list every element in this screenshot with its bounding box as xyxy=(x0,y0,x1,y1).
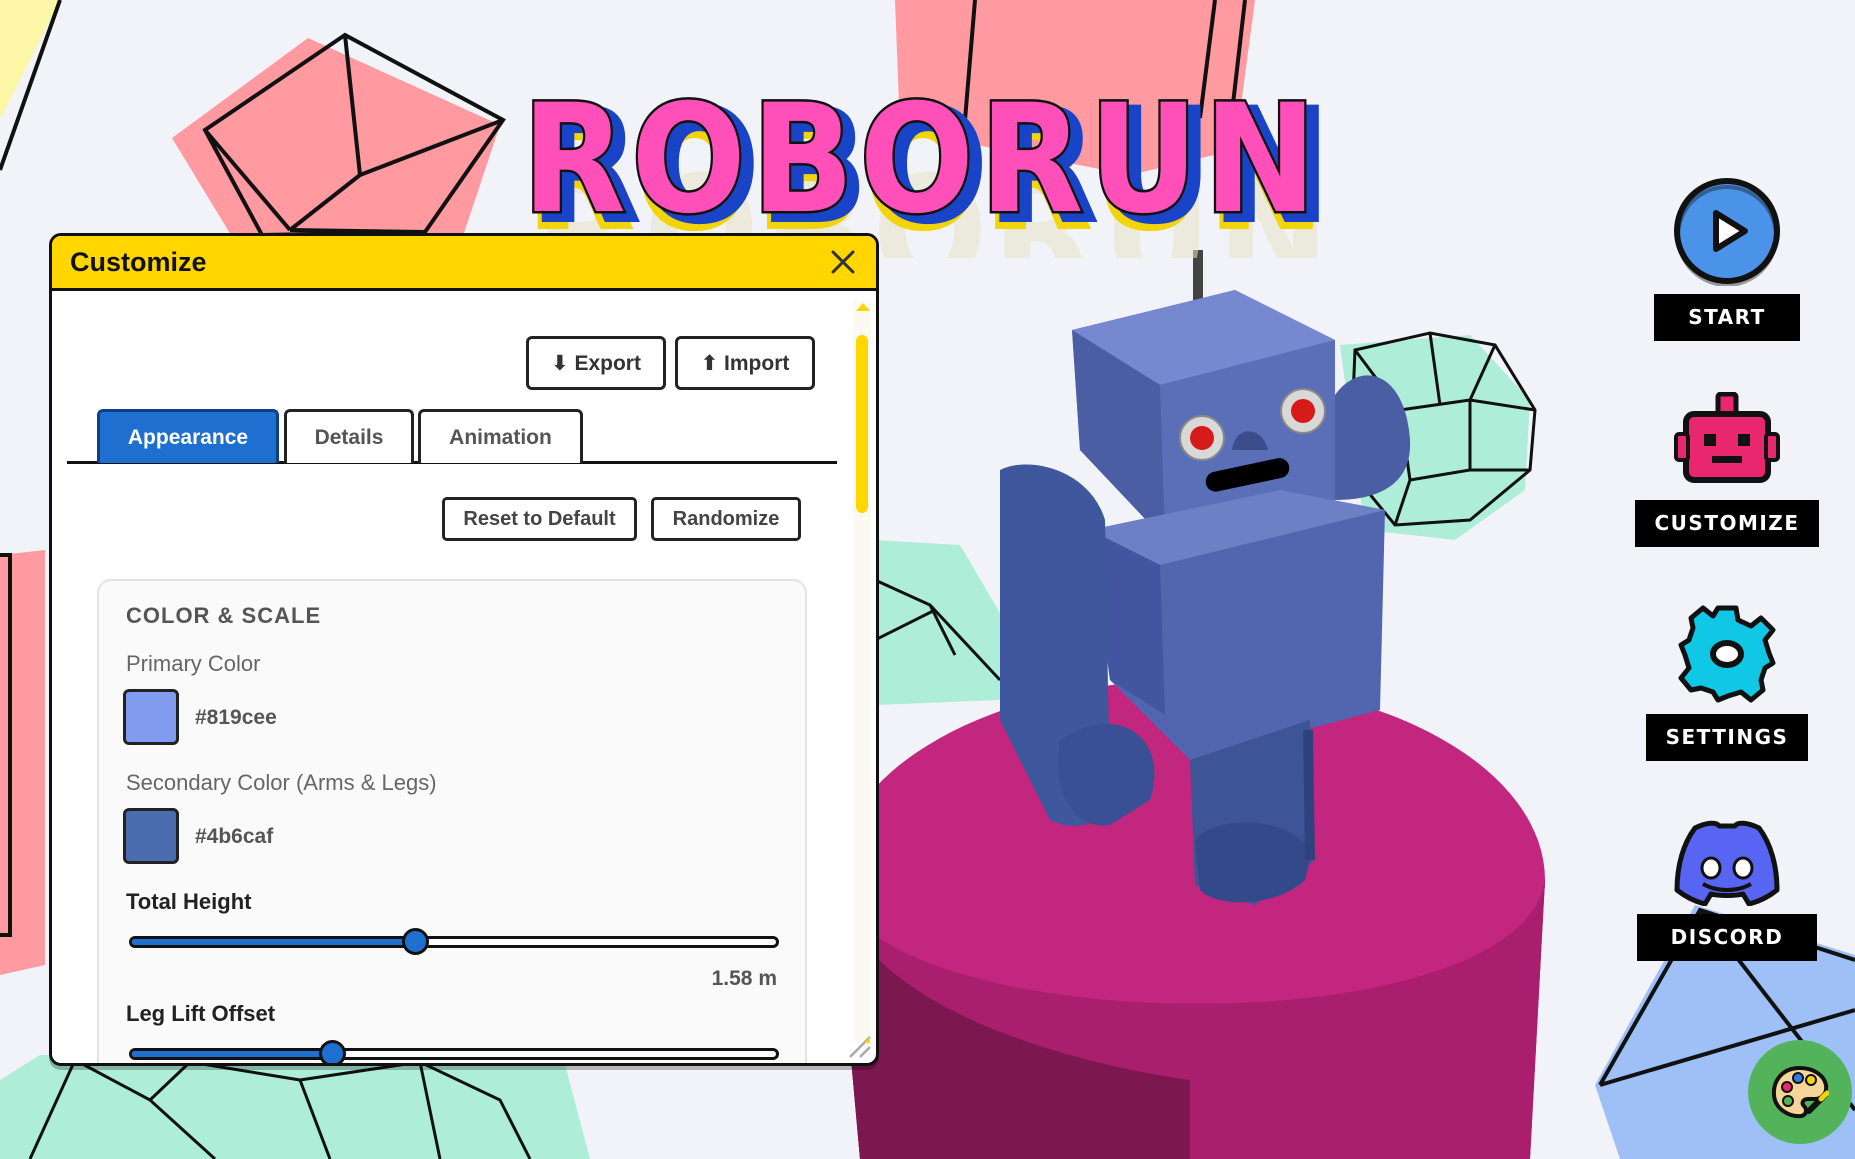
menu-discord-label: DISCORD xyxy=(1636,914,1818,961)
vertical-scrollbar[interactable] xyxy=(853,301,871,1041)
total-height-value: 1.58 m xyxy=(711,967,777,990)
play-icon xyxy=(1674,178,1780,286)
panel-title: Customize xyxy=(70,246,207,277)
leg-lift-slider-fill xyxy=(132,1051,332,1057)
close-button[interactable] xyxy=(826,245,860,279)
leg-lift-label: Leg Lift Offset xyxy=(126,1001,276,1026)
tab-appearance[interactable]: Appearance xyxy=(97,409,279,463)
reset-default-button[interactable]: Reset to Default xyxy=(442,497,637,541)
total-height-label: Total Height xyxy=(126,889,252,914)
close-icon xyxy=(831,250,855,274)
total-height-slider-fill xyxy=(132,939,416,945)
menu-customize-button[interactable]: CUSTOMIZE xyxy=(1627,392,1827,547)
pink-block-left xyxy=(0,550,45,975)
background-shape xyxy=(0,0,60,120)
total-height-slider[interactable] xyxy=(129,928,779,955)
menu-settings-button[interactable]: SETTINGS xyxy=(1627,602,1827,761)
palette-button[interactable] xyxy=(1748,1040,1852,1144)
total-height-slider-thumb[interactable] xyxy=(402,928,430,955)
primary-color-swatch[interactable] xyxy=(123,689,179,745)
pink-polyhedron-left xyxy=(0,0,506,250)
vertical-scrollbar-thumb[interactable] xyxy=(856,335,868,513)
menu-customize-label: CUSTOMIZE xyxy=(1634,500,1820,547)
mint-polyhedron-middle xyxy=(874,540,1010,705)
secondary-color-swatch[interactable] xyxy=(123,808,179,864)
leg-lift-slider[interactable] xyxy=(129,1040,779,1063)
palette-icon xyxy=(1771,1065,1829,1119)
robot-head-icon xyxy=(1674,392,1780,483)
leg-lift-slider-thumb[interactable] xyxy=(318,1040,346,1063)
menu-settings-label: SETTINGS xyxy=(1645,714,1809,761)
secondary-color-label: Secondary Color (Arms & Legs) xyxy=(126,770,437,795)
menu-start-label: START xyxy=(1654,294,1800,341)
resize-handle-icon[interactable] xyxy=(846,1033,872,1059)
gear-icon xyxy=(1678,605,1776,703)
export-button[interactable]: ⬇ Export xyxy=(526,336,666,390)
tab-details[interactable]: Details xyxy=(284,409,414,463)
svg-text:ROBORUN: ROBORUN xyxy=(522,88,1322,247)
menu-discord-button[interactable]: DISCORD xyxy=(1627,818,1827,961)
primary-color-hex: #819cee xyxy=(195,706,277,729)
panel-header: Customize xyxy=(52,236,876,291)
customize-panel: Customize ⬇ Export ⬆ Import Appearance D… xyxy=(49,233,879,1066)
menu-start-button[interactable]: START xyxy=(1627,176,1827,341)
secondary-color-hex: #4b6caf xyxy=(195,825,274,848)
color-scale-section: COLOR & SCALE Primary Color #819cee Seco… xyxy=(97,579,807,1063)
tab-bar: Appearance Details Animation xyxy=(67,409,837,464)
section-title: COLOR & SCALE xyxy=(126,603,322,628)
randomize-button[interactable]: Randomize xyxy=(651,497,801,541)
scroll-up-arrow-icon[interactable] xyxy=(856,303,870,311)
panel-body[interactable]: ⬇ Export ⬆ Import Appearance Details Ani… xyxy=(52,291,876,1063)
tab-animation[interactable]: Animation xyxy=(418,409,583,463)
primary-color-label: Primary Color xyxy=(126,651,261,676)
discord-icon xyxy=(1674,820,1780,906)
import-button[interactable]: ⬆ Import xyxy=(675,336,815,390)
